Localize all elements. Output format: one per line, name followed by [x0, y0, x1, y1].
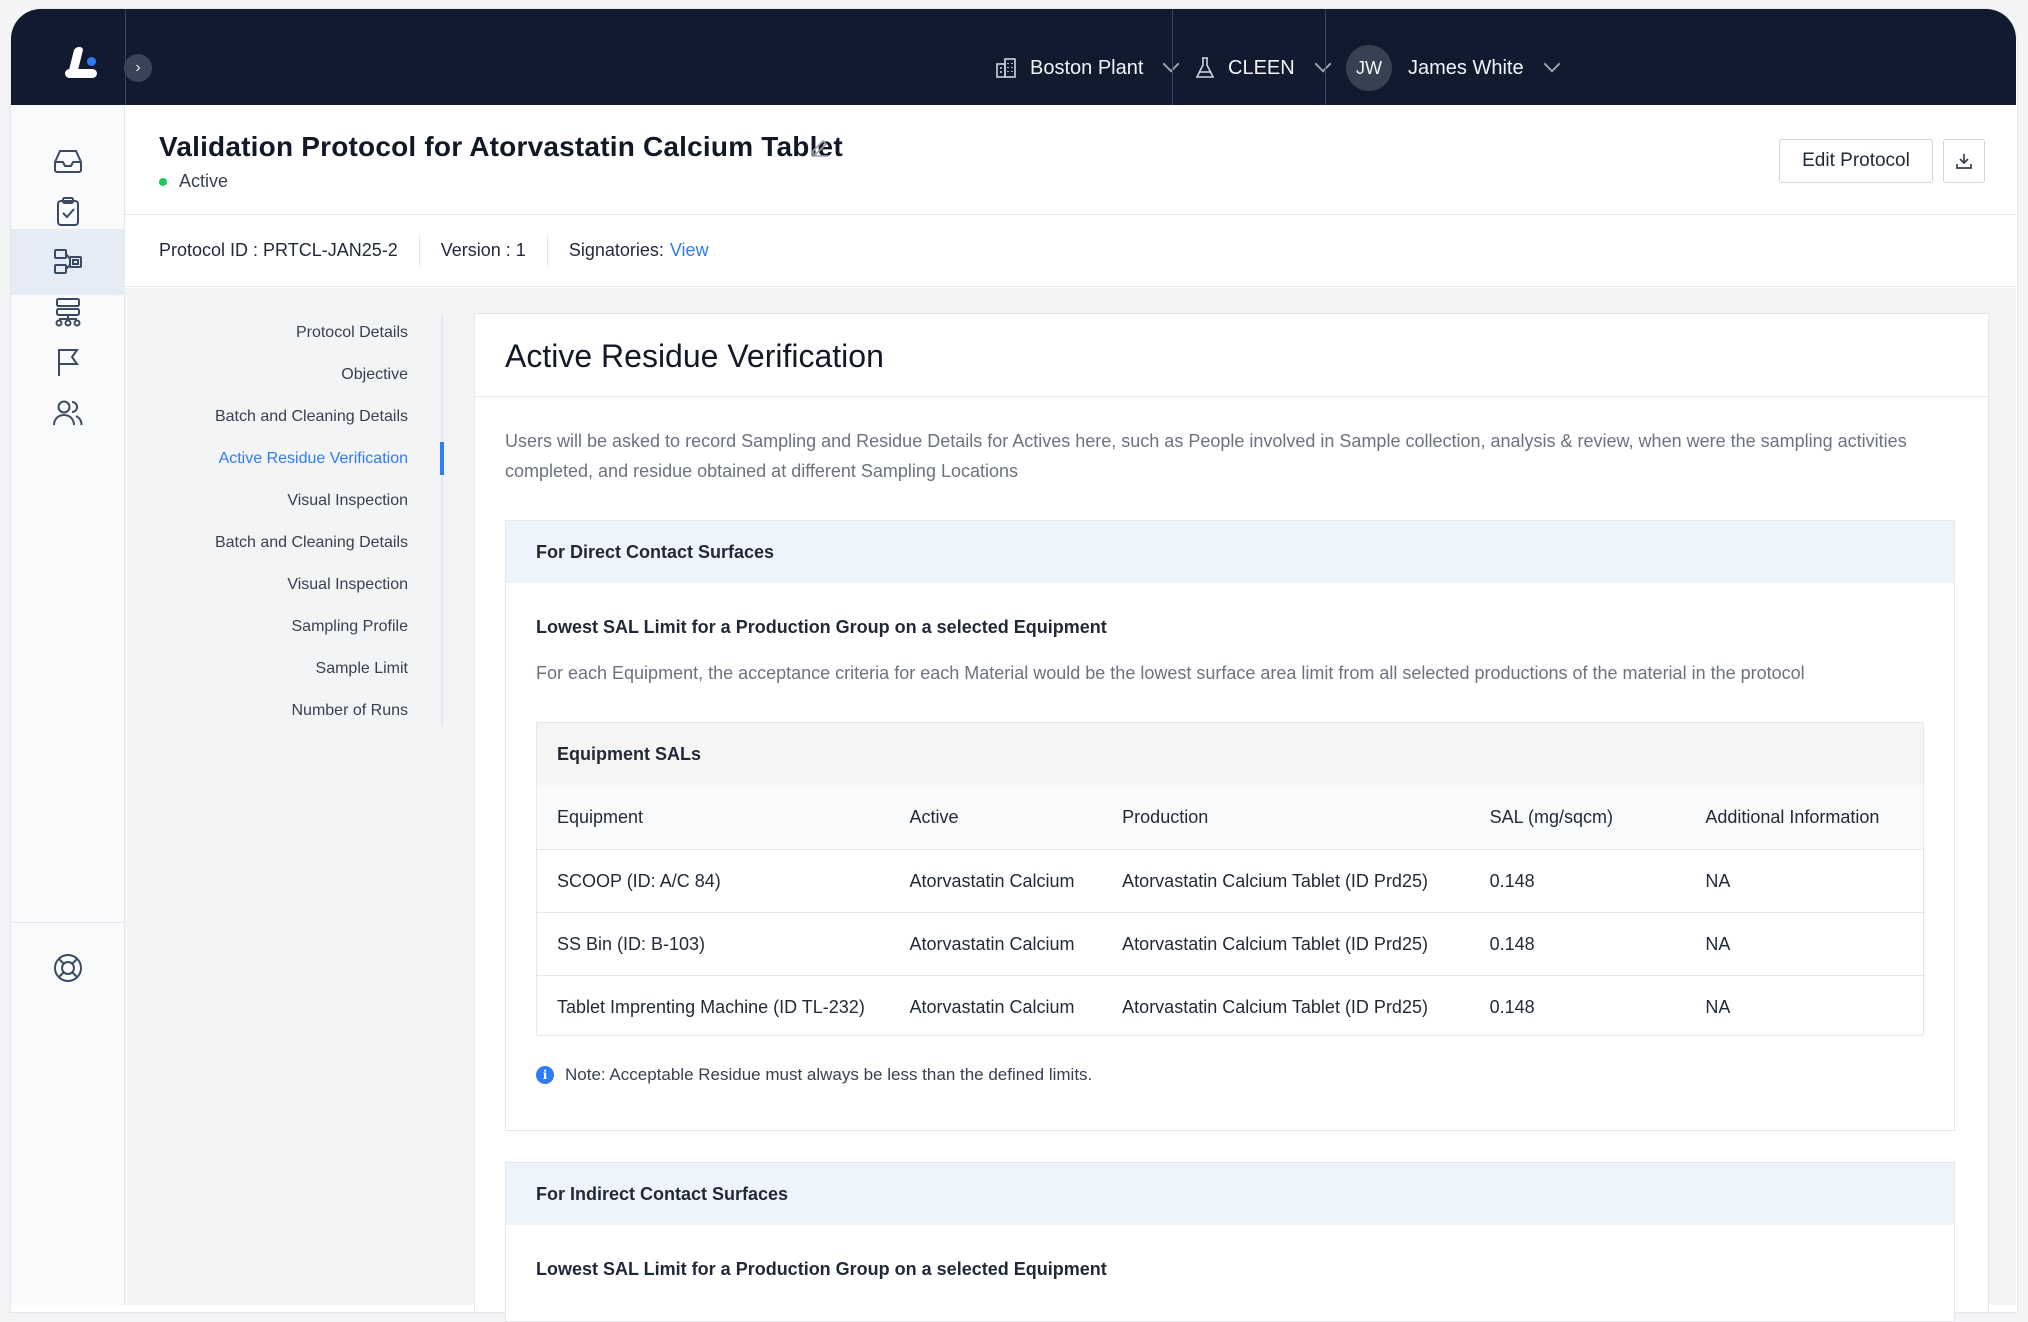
- user-name: James White: [1408, 56, 1524, 79]
- col-production: Production: [1122, 806, 1209, 827]
- page-title: Validation Protocol for Atorvastatin Cal…: [159, 131, 843, 162]
- module-name: CLEEN: [1228, 56, 1295, 79]
- cell-production: Atorvastatin Calcium Tablet (ID Prd25): [1122, 933, 1428, 954]
- step-protocol-details[interactable]: Protocol Details: [125, 312, 441, 354]
- cell-active: Atorvastatin Calcium: [909, 996, 1075, 1017]
- section-title: Active Residue Verification: [505, 338, 884, 374]
- info-icon: i: [536, 1066, 554, 1084]
- col-sal: SAL (mg/sqcm): [1489, 806, 1613, 827]
- step-active-indicator: [440, 442, 444, 475]
- rail-item-users[interactable]: [11, 380, 125, 446]
- content-area: Protocol Details Objective Batch and Cle…: [125, 288, 2016, 1322]
- cell-equipment: Tablet Imprenting Machine (ID TL-232): [557, 996, 865, 1017]
- flask-icon: [1195, 57, 1215, 78]
- app-logo[interactable]: [61, 43, 101, 83]
- cell-sal: 0.148: [1489, 870, 1535, 891]
- users-icon: [53, 400, 83, 426]
- status-dot: [159, 177, 167, 186]
- equipment-sal-table: Equipment SALs Equipment Active Producti…: [536, 722, 1924, 1036]
- hierarchy-icon: [55, 298, 81, 327]
- signatories-label: Signatories:: [568, 240, 664, 260]
- col-equipment: Equipment: [557, 806, 644, 827]
- step-objective[interactable]: Objective: [125, 354, 441, 396]
- table-row: SCOOP (ID: A/C 84) Atorvastatin Calcium …: [537, 849, 1923, 912]
- indirect-sal-subtitle: Lowest SAL Limit for a Production Group …: [536, 1259, 1107, 1279]
- protocol-version: Version : 1: [440, 240, 526, 260]
- cell-equipment: SCOOP (ID: A/C 84): [557, 870, 721, 891]
- user-menu[interactable]: JW James White: [1346, 45, 1561, 91]
- cell-sal: 0.148: [1489, 933, 1535, 954]
- topbar-divider: [125, 9, 126, 105]
- cell-equipment: SS Bin (ID: B-103): [557, 933, 706, 954]
- sal-description: For each Equipment, the acceptance crite…: [536, 663, 1805, 683]
- step-batch-cleaning-details[interactable]: Batch and Cleaning Details: [125, 396, 441, 438]
- section-description: Users will be asked to record Sampling a…: [505, 431, 1907, 481]
- plant-selector[interactable]: Boston Plant: [994, 53, 1180, 83]
- cell-active: Atorvastatin Calcium: [909, 870, 1075, 891]
- signatories-view-link[interactable]: View: [670, 240, 709, 261]
- step-batch-cleaning-details-2[interactable]: Batch and Cleaning Details: [125, 522, 441, 564]
- rail-item-support[interactable]: [11, 935, 125, 1001]
- left-rail: [11, 105, 125, 1305]
- direct-contact-section: For Direct Contact Surfaces Lowest SAL L…: [505, 520, 1955, 1131]
- inbox-icon: [54, 150, 82, 173]
- cell-sal: 0.148: [1489, 996, 1535, 1017]
- pencil-icon[interactable]: [809, 135, 831, 157]
- card-divider: [475, 396, 1988, 397]
- step-sampling-profile[interactable]: Sampling Profile: [125, 606, 441, 648]
- protocol-icon: [54, 249, 82, 274]
- section-card: Active Residue Verification Users will b…: [474, 313, 1989, 1322]
- status-label: Active: [179, 171, 229, 191]
- edit-protocol-button[interactable]: Edit Protocol: [1779, 139, 1933, 183]
- cell-active: Atorvastatin Calcium: [909, 933, 1075, 954]
- plant-name: Boston Plant: [1030, 56, 1144, 79]
- step-visual-inspection-2[interactable]: Visual Inspection: [125, 564, 441, 606]
- table-header-row: Equipment Active Production SAL (mg/sqcm…: [537, 785, 1923, 849]
- chevron-down-icon: [1543, 55, 1561, 73]
- step-visual-inspection[interactable]: Visual Inspection: [125, 480, 441, 522]
- avatar: JW: [1346, 45, 1392, 91]
- status-badge: Active: [159, 171, 228, 192]
- table-caption: Equipment SALs: [537, 723, 1923, 785]
- step-track: [441, 316, 443, 726]
- rail-divider: [11, 922, 125, 923]
- direct-contact-heading: For Direct Contact Surfaces: [506, 521, 1954, 583]
- step-active-residue-verification[interactable]: Active Residue Verification: [125, 438, 441, 480]
- cell-additional-info: NA: [1705, 933, 1731, 954]
- cell-production: Atorvastatin Calcium Tablet (ID Prd25): [1122, 870, 1428, 891]
- step-sample-limit[interactable]: Sample Limit: [125, 648, 441, 690]
- clipboard-check-icon: [57, 197, 79, 226]
- protocol-id: Protocol ID : PRTCL-JAN25-2: [159, 240, 398, 260]
- table-row: SS Bin (ID: B-103) Atorvastatin Calcium …: [537, 912, 1923, 975]
- table-row: Tablet Imprenting Machine (ID TL-232) At…: [537, 975, 1923, 1035]
- indirect-contact-heading: For Indirect Contact Surfaces: [506, 1163, 1954, 1225]
- support-icon: [54, 954, 82, 982]
- meta-divider: [418, 235, 420, 266]
- building-icon: [996, 58, 1016, 78]
- download-button[interactable]: [1943, 139, 1985, 183]
- topbar-divider: [1325, 9, 1326, 105]
- meta-divider: [546, 235, 548, 266]
- expand-sidebar-button[interactable]: ›: [124, 54, 152, 82]
- download-icon: [1956, 154, 1972, 169]
- cell-production: Atorvastatin Calcium Tablet (ID Prd25): [1122, 996, 1428, 1017]
- chevron-down-icon: [1314, 55, 1332, 73]
- flag-icon: [58, 349, 79, 376]
- note-text: Note: Acceptable Residue must always be …: [565, 1065, 1093, 1084]
- col-active: Active: [909, 806, 959, 827]
- step-number-of-runs[interactable]: Number of Runs: [125, 690, 441, 732]
- top-bar: › Boston Plant CLEEN JW James White: [11, 9, 2016, 105]
- module-selector[interactable]: CLEEN: [1194, 53, 1332, 83]
- residue-note: i Note: Acceptable Residue must always b…: [536, 1065, 1092, 1085]
- cell-additional-info: NA: [1705, 870, 1731, 891]
- col-additional-info: Additional Information: [1705, 806, 1880, 827]
- page-header: Validation Protocol for Atorvastatin Cal…: [125, 105, 2016, 215]
- cell-additional-info: NA: [1705, 996, 1731, 1017]
- topbar-divider: [1172, 9, 1173, 105]
- indirect-contact-section: For Indirect Contact Surfaces Lowest SAL…: [505, 1162, 1955, 1322]
- protocol-meta: Protocol ID : PRTCL-JAN25-2 Version : 1 …: [125, 215, 2016, 287]
- sal-subtitle: Lowest SAL Limit for a Production Group …: [536, 617, 1107, 637]
- step-navigation: Protocol Details Objective Batch and Cle…: [125, 312, 441, 732]
